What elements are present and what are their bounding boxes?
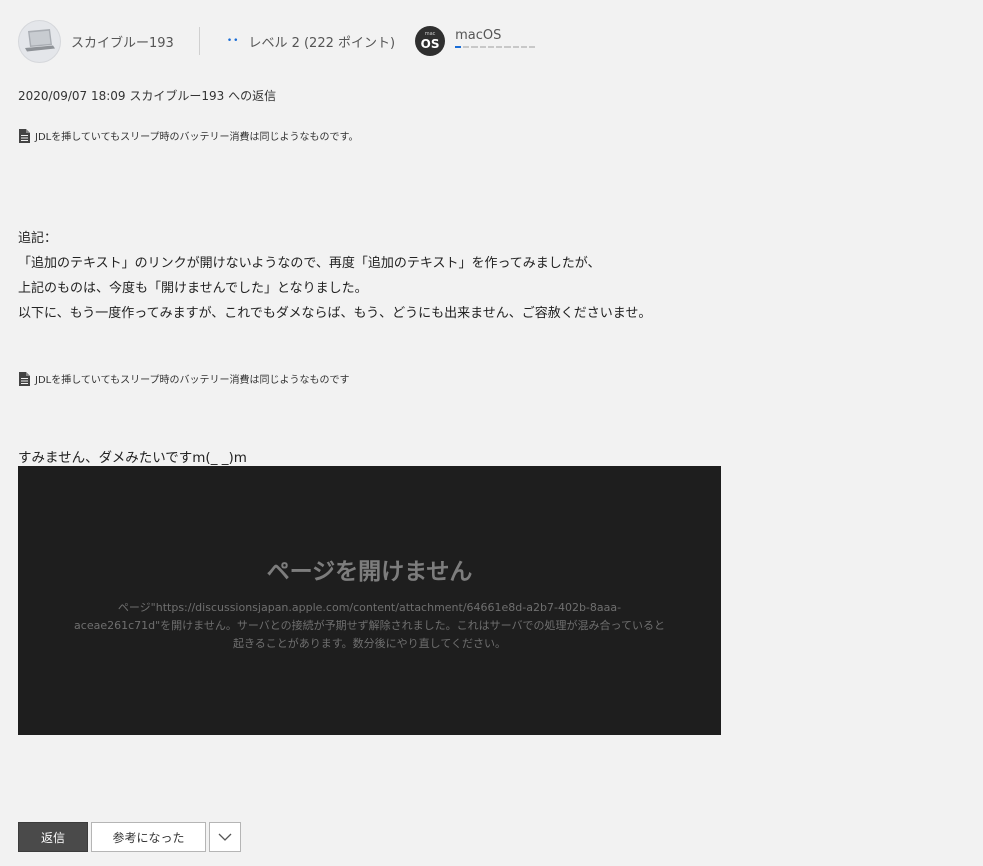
os-community: macOS [455,28,536,48]
attachment-1-label: JDLを挿していてもスリープ時のバッテリー消費は同じようなものです。 [35,132,359,143]
post-body: 追記： 「追加のテキスト」のリンクが開けないようなので、再度「追加のテキスト」を… [18,226,651,326]
error-title: ページを開けません [266,559,473,585]
os-progress-bar [455,46,536,48]
body-line: 追記： [18,231,58,246]
os-community-name[interactable]: macOS [455,28,535,43]
user-avatar[interactable] [18,19,61,63]
attachment-link-2[interactable]: JDLを挿していてもスリープ時のバッテリー消費は同じようなものです [18,371,350,386]
reply-meta: 2020/09/07 18:09 スカイブルー193 への返信 [18,89,277,103]
document-icon [19,371,30,386]
body-line: 上記のものは、今度も「開けませんでした」となりました。 [18,281,368,296]
post-author-header: スカイブルー193 •• レベル 2 (222 ポイント) mac OS mac… [18,18,536,64]
laptop-icon [24,29,55,52]
macos-badge-icon: mac OS [415,26,446,56]
attachment-link-1[interactable]: JDLを挿していてもスリープ時のバッテリー消費は同じようなものです。 [18,128,359,143]
author-username[interactable]: スカイブルー193 [71,32,174,51]
more-options-button[interactable] [209,822,241,852]
helpful-button[interactable]: 参考になった [91,822,206,852]
post-actions: 返信 参考になった [18,822,241,852]
level-dots-icon: •• [226,36,240,46]
attachment-2-label: JDLを挿していてもスリープ時のバッテリー消費は同じようなものです [35,375,350,386]
user-level: レベル 2 (222 ポイント) [248,35,396,51]
body-line: 「追加のテキスト」のリンクが開けないようなので、再度「追加のテキスト」を作ってみ… [18,256,601,271]
error-message: ページ"https://discussionsjapan.apple.com/c… [74,601,665,650]
document-icon [19,128,30,143]
sorry-text: すみません、ダメみたいですm(_ _)m [18,450,247,466]
header-divider [198,27,200,55]
body-line: 以下に、もう一度作ってみますが、これでもダメならば、もう、どうにも出来ません、ご… [18,306,652,321]
embedded-error-screenshot: ページを開けません ページ"https://discussionsjapan.a… [18,466,721,735]
reply-button[interactable]: 返信 [18,822,88,852]
os-badge-big-text: OS [420,37,440,51]
chevron-down-icon [218,833,232,841]
